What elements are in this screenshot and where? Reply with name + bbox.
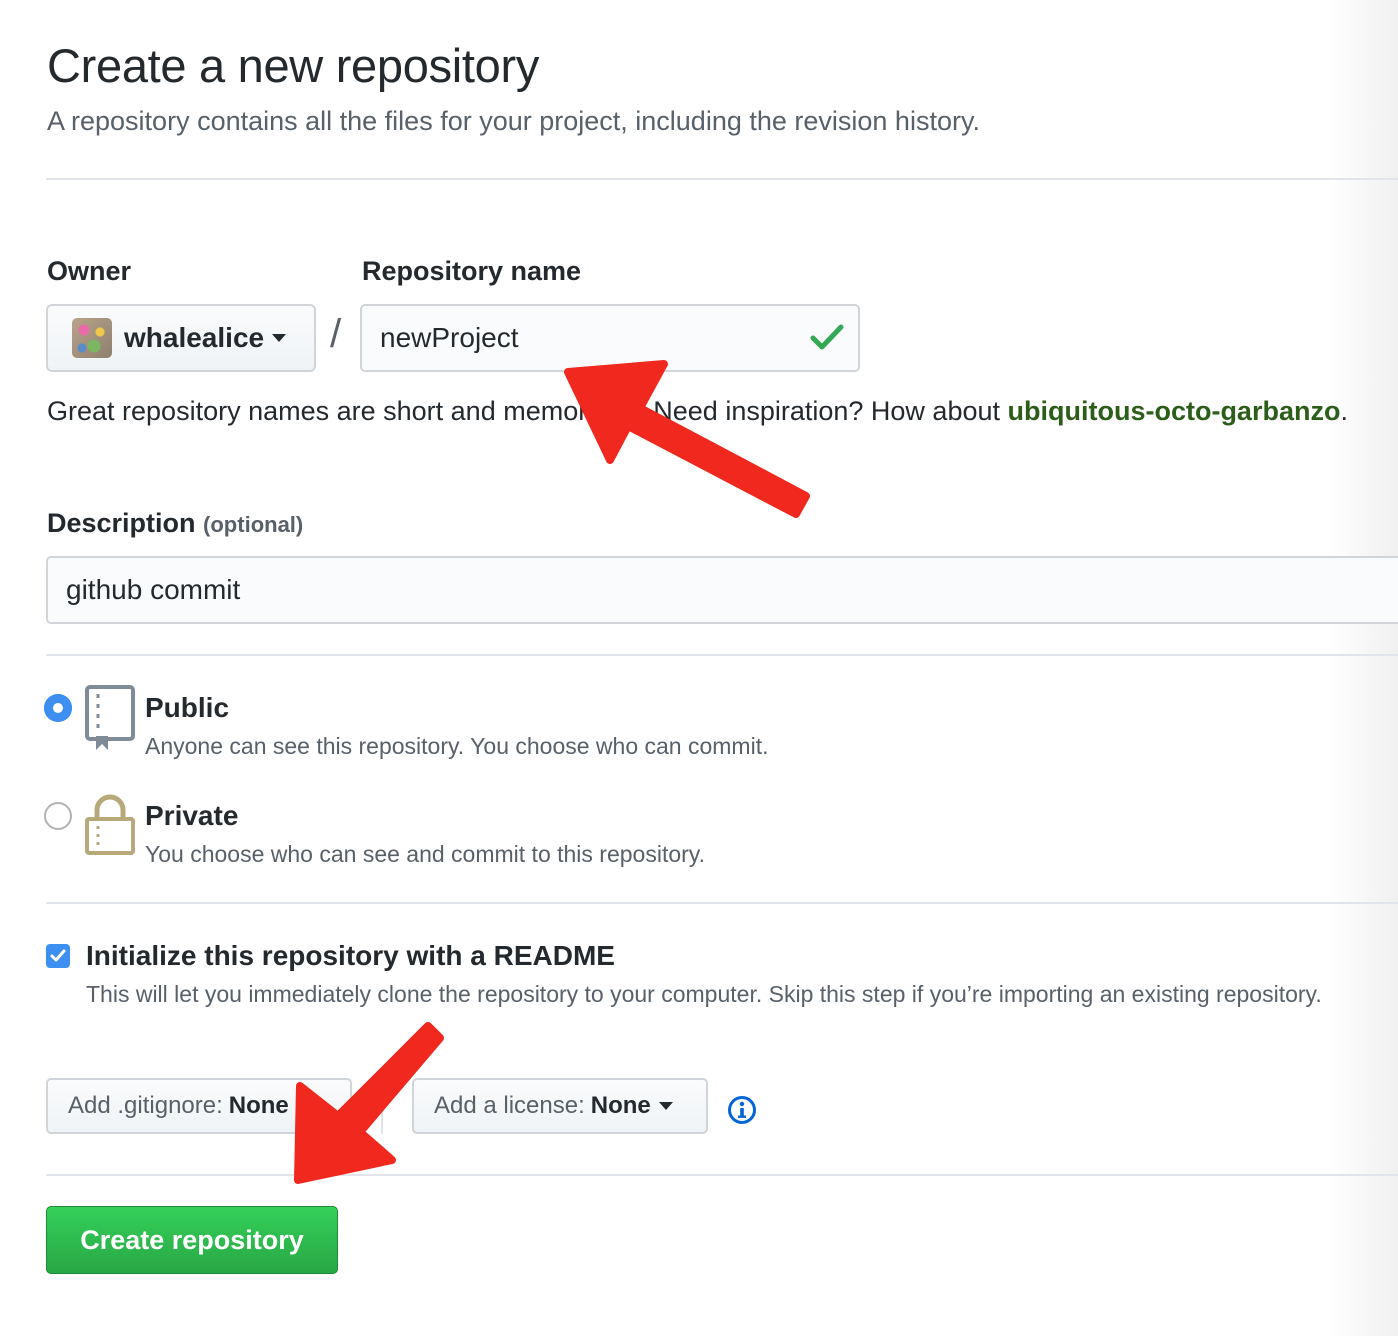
readme-title: Initialize this repository with a README (86, 940, 615, 971)
description-label: Description (optional) (47, 508, 303, 539)
create-repository-button[interactable]: Create repository (46, 1206, 338, 1274)
gitignore-label: Add .gitignore: (68, 1092, 223, 1119)
repo-book-icon (85, 685, 135, 750)
chevron-down-icon (658, 1102, 673, 1110)
divider (46, 178, 1398, 180)
optional-note: (optional) (203, 512, 304, 537)
public-radio[interactable] (44, 694, 72, 722)
info-icon[interactable] (727, 1095, 757, 1125)
license-dropdown[interactable]: Add a license: None (412, 1078, 708, 1134)
hint-end: . (1340, 396, 1348, 426)
lock-icon (85, 794, 135, 855)
repo-name-label: Repository name (362, 256, 582, 286)
page-subtitle: A repository contains all the files for … (47, 106, 980, 136)
annotation-arrow-repo-name (564, 360, 810, 518)
owner-dropdown[interactable]: whalealice (46, 304, 316, 372)
license-value: None (590, 1092, 651, 1119)
chevron-down-icon (296, 1102, 311, 1110)
hint-text: Great repository names are short and mem… (47, 396, 1008, 426)
description-label-text: Description (47, 508, 196, 538)
page-title: Create a new repository (47, 39, 540, 92)
divider (46, 1174, 1398, 1176)
private-radio[interactable] (44, 802, 72, 830)
public-option-title: Public (145, 692, 230, 723)
gitignore-value: None (228, 1092, 289, 1119)
divider (46, 902, 1398, 904)
gitignore-dropdown[interactable]: Add .gitignore: None (46, 1078, 352, 1134)
description-input[interactable] (46, 556, 1398, 624)
owner-name: whalealice (124, 322, 265, 353)
check-icon (810, 324, 844, 350)
readme-checkbox[interactable] (46, 944, 70, 968)
annotation-arrow-create-button (294, 1022, 444, 1184)
chevron-down-icon (272, 334, 287, 342)
avatar (72, 318, 112, 358)
owner-repo-separator: / (330, 312, 342, 356)
private-option-desc: You choose who can see and commit to thi… (145, 841, 705, 867)
owner-label: Owner (47, 256, 132, 286)
page-edge-shadow (1328, 0, 1398, 1336)
divider (46, 654, 1398, 656)
checkmark-icon (50, 949, 66, 962)
readme-desc: This will let you immediately clone the … (86, 981, 1322, 1007)
license-label: Add a license: (434, 1092, 585, 1119)
suggested-name-link[interactable]: ubiquitous-octo-garbanzo (1008, 396, 1341, 426)
private-option-title: Private (145, 800, 239, 831)
dropdown-separator (381, 1082, 383, 1134)
public-option-desc: Anyone can see this repository. You choo… (145, 733, 769, 759)
repo-name-input[interactable] (360, 304, 860, 372)
name-suggestion-hint: Great repository names are short and mem… (47, 390, 1367, 432)
